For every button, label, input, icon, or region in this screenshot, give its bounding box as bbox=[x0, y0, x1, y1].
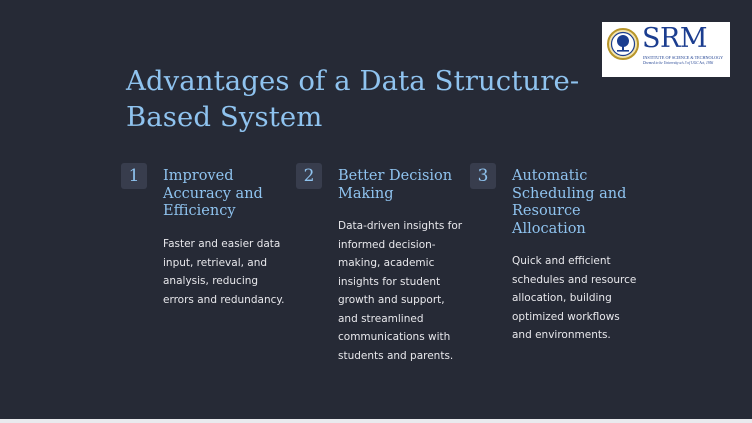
card-heading: Automatic Scheduling and Resource Alloca… bbox=[512, 168, 627, 237]
card-body: Data-driven insights for informed decisi… bbox=[338, 220, 463, 362]
srm-logo: SRM INSTITUTE OF SCIENCE & TECHNOLOGY De… bbox=[602, 22, 730, 77]
card-body: Faster and easier data input, retrieval,… bbox=[163, 238, 285, 306]
logo-tagline: Deemed to be University u/s 3 of UGC Act… bbox=[643, 61, 714, 65]
bottom-divider bbox=[0, 419, 752, 423]
card-heading: Improved Accuracy and Efficiency bbox=[163, 168, 263, 219]
card-number-badge: 3 bbox=[470, 163, 496, 189]
card-body: Quick and efficient schedules and resour… bbox=[512, 255, 637, 341]
card-heading: Better Decision Making bbox=[338, 168, 453, 202]
card-number-badge: 2 bbox=[296, 163, 322, 189]
slide: Advantages of a Data Structure-Based Sys… bbox=[0, 0, 752, 423]
card-number-badge: 1 bbox=[121, 163, 147, 189]
srm-emblem-icon bbox=[607, 28, 639, 60]
logo-name: SRM bbox=[642, 23, 707, 54]
logo-subtitle: INSTITUTE OF SCIENCE & TECHNOLOGY bbox=[643, 55, 724, 60]
slide-title: Advantages of a Data Structure-Based Sys… bbox=[126, 65, 580, 133]
